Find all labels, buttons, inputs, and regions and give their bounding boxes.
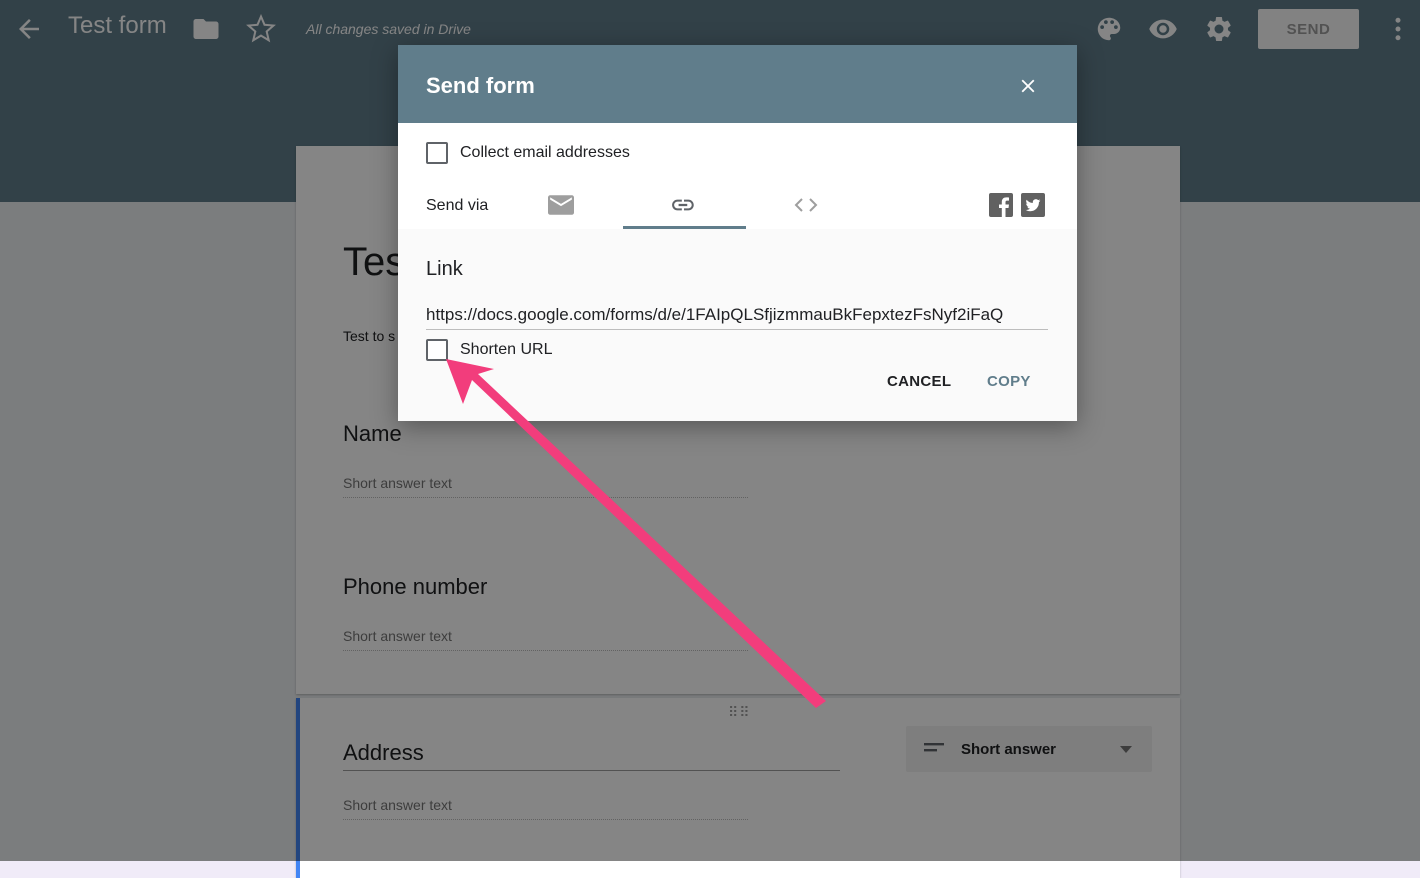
dialog-header: Send form xyxy=(398,45,1077,123)
embed-code-icon xyxy=(794,198,818,212)
link-icon xyxy=(672,199,694,211)
dialog-title: Send form xyxy=(426,73,535,98)
close-icon[interactable] xyxy=(1017,75,1039,97)
shorten-url-label[interactable]: Shorten URL xyxy=(460,341,553,359)
copy-button[interactable]: COPY xyxy=(987,373,1031,390)
form-link-url-field[interactable]: https://docs.google.com/forms/d/e/1FAIpQ… xyxy=(426,305,1048,330)
tab-embed[interactable] xyxy=(746,183,866,229)
twitter-icon[interactable] xyxy=(1021,193,1045,217)
link-panel: Link https://docs.google.com/forms/d/e/1… xyxy=(398,229,1077,421)
shorten-url-checkbox[interactable] xyxy=(426,339,448,361)
send-via-label: Send via xyxy=(426,197,489,214)
send-form-dialog: Send form Collect email addresses Send v… xyxy=(398,45,1077,421)
tab-link[interactable] xyxy=(623,183,746,229)
collect-email-label[interactable]: Collect email addresses xyxy=(460,144,630,162)
tab-email[interactable] xyxy=(518,183,623,229)
cancel-button[interactable]: CANCEL xyxy=(887,373,951,390)
facebook-icon[interactable] xyxy=(989,193,1013,217)
email-icon xyxy=(548,195,574,215)
collect-email-checkbox[interactable] xyxy=(426,142,448,164)
link-section-title: Link xyxy=(426,258,463,280)
